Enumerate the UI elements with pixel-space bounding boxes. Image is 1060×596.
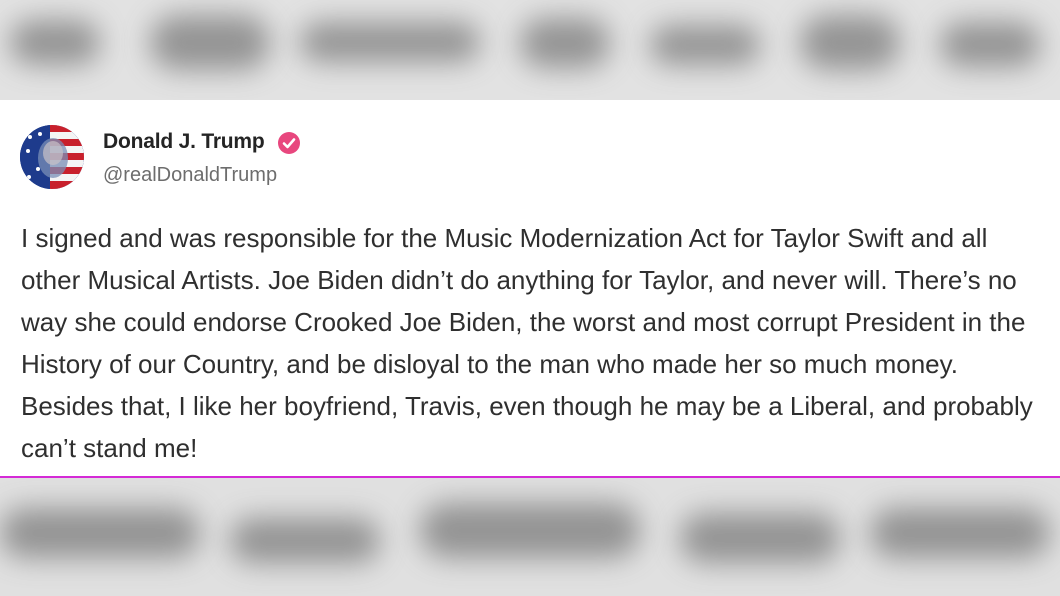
post-card: Donald J. Trump @realDonaldTrump I signe…: [0, 100, 1060, 478]
screenshot-stage: Donald J. Trump @realDonaldTrump I signe…: [0, 0, 1060, 596]
display-name[interactable]: Donald J. Trump: [103, 130, 265, 154]
blurred-background-bottom: [0, 478, 1060, 596]
verified-badge-icon: [278, 132, 300, 154]
avatar-image: [20, 125, 84, 189]
post-text: I signed and was responsible for the Mus…: [21, 223, 1033, 463]
flag-portrait-avatar[interactable]: [20, 125, 84, 189]
blurred-background-top: [0, 0, 1060, 100]
user-handle[interactable]: @realDonaldTrump: [103, 164, 277, 187]
